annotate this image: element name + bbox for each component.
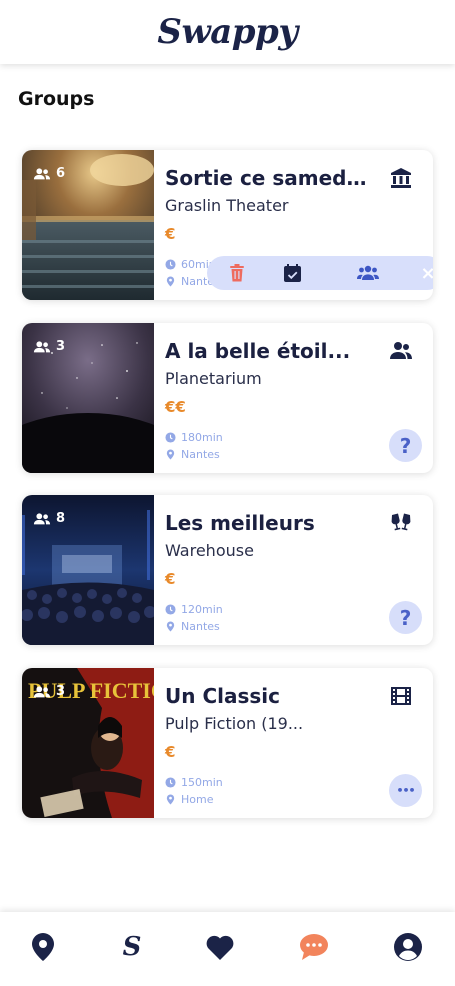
group-card[interactable]: PULP FICTION 3 Un Classic Pulp Fiction (… [22,668,433,818]
calendar-check-icon [283,264,301,282]
nav-profile[interactable] [393,932,423,962]
close-button[interactable]: × [417,262,433,284]
member-count: 6 [33,166,65,181]
group-title: Un Classic [165,684,280,708]
close-icon: × [420,262,433,284]
clock-icon [165,604,176,615]
trash-icon [230,264,244,282]
film-icon [391,687,411,705]
group-venue: Pulp Fiction (19... [165,714,304,733]
group-venue: Warehouse [165,541,254,560]
location-row: Home [165,793,213,806]
more-options-button[interactable]: ••• [389,774,422,807]
group-price: € [165,743,176,761]
group-price: € [165,570,176,588]
swappy-s-icon: S [122,932,142,962]
group-thumbnail: PULP FICTION 3 [22,668,154,818]
clock-icon [165,432,176,443]
group-thumbnail: 3 [22,323,154,473]
nav-groups-chat[interactable] [299,932,329,962]
people-icon [390,342,412,359]
delete-button[interactable] [226,262,248,284]
nav-map[interactable] [28,932,58,962]
pending-status-button[interactable]: ? [389,429,422,462]
group-thumbnail: 6 [22,150,154,300]
location-pin-icon [166,449,175,460]
duration-row: 150min [165,776,223,789]
more-icon: ••• [396,784,415,797]
group-title: A la belle étoil... [165,339,351,363]
nav-home[interactable]: S [117,932,147,962]
group-card[interactable]: 3 A la belle étoil... Planetarium €€ 180… [22,323,433,473]
user-circle-icon [394,933,422,961]
group-card[interactable]: 6 Sortie ce samedi... Graslin Theater € … [22,150,433,300]
group-title: Sortie ce samedi... [165,166,373,190]
member-count: 3 [33,339,65,354]
group-venue: Planetarium [165,369,262,388]
members-icon [33,685,51,697]
members-icon [33,167,51,179]
question-icon: ? [399,433,412,458]
group-action-bar: × [207,256,433,290]
location-pin-icon [166,794,175,805]
location-pin-icon [166,276,175,287]
group-price: € [165,225,176,243]
member-count: 3 [33,684,65,699]
clock-icon [165,777,176,788]
schedule-button[interactable] [281,262,303,284]
cheers-icon [391,513,411,531]
member-count: 8 [33,511,65,526]
app-logo[interactable]: Swappy [157,12,298,52]
chat-icon [300,934,328,960]
question-icon: ? [399,605,412,630]
pending-status-button[interactable]: ? [389,601,422,634]
group-venue: Graslin Theater [165,196,289,215]
group-price: €€ [165,398,186,416]
nav-favorites[interactable] [205,932,235,962]
duration-row: 180min [165,431,223,444]
location-pin-icon [166,621,175,632]
page-title: Groups [18,88,95,110]
users-icon [357,265,379,280]
members-button[interactable] [357,262,379,284]
duration-row: 120min [165,603,223,616]
location-row: Nantes [165,620,220,633]
theater-icon [391,168,411,188]
members-icon [33,340,51,352]
bottom-navigation: S [0,912,455,986]
location-pin-icon [32,933,54,961]
top-bar: Swappy [0,0,455,64]
clock-icon [165,259,176,270]
members-icon [33,512,51,524]
location-row: Nantes [165,448,220,461]
group-card[interactable]: 8 Les meilleurs Warehouse € 120min Nante… [22,495,433,645]
heart-icon [206,935,234,960]
group-title: Les meilleurs [165,511,315,535]
group-thumbnail: 8 [22,495,154,645]
